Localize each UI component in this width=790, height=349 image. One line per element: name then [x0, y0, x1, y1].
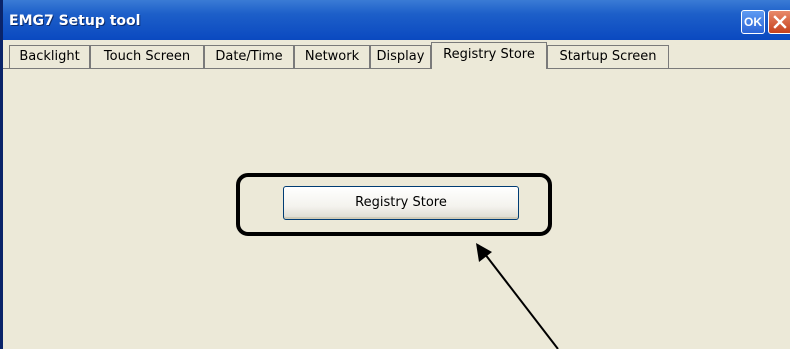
close-button[interactable] [768, 10, 790, 34]
tab-registry-store[interactable]: Registry Store [431, 42, 547, 70]
close-icon [773, 15, 787, 29]
title-bar: EMG7 Setup tool OK [0, 0, 790, 40]
tab-touch-screen[interactable]: Touch Screen [90, 45, 204, 68]
window-border [0, 0, 3, 349]
tab-backlight[interactable]: Backlight [9, 45, 90, 68]
tab-network[interactable]: Network [294, 45, 370, 68]
window-title: EMG7 Setup tool [9, 13, 141, 29]
setup-tool-window: EMG7 Setup tool OK Backlight Touch Scree… [0, 0, 790, 349]
registry-store-button[interactable]: Registry Store [283, 186, 519, 220]
ok-button[interactable]: OK [741, 10, 765, 34]
tab-startup-screen[interactable]: Startup Screen [547, 45, 669, 68]
tab-display[interactable]: Display [370, 45, 431, 68]
tab-date-time[interactable]: Date/Time [204, 45, 294, 68]
